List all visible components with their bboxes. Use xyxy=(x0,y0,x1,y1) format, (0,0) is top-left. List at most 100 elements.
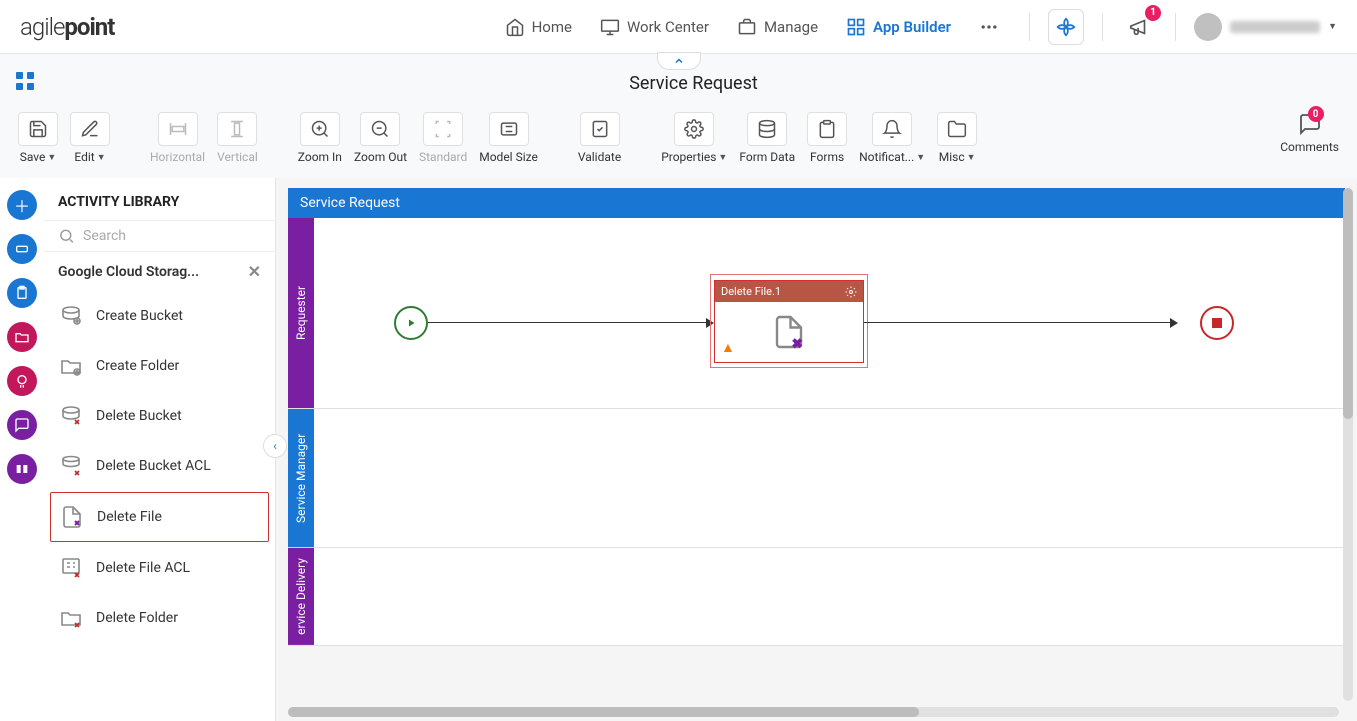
user-name xyxy=(1230,21,1320,33)
save-button[interactable]: Save ▼ xyxy=(16,110,60,166)
zoom-in-button[interactable]: Zoom In xyxy=(296,110,344,166)
comments-button[interactable]: 0 Comments xyxy=(1278,110,1341,156)
rail-clipboard[interactable] xyxy=(7,278,37,308)
activity-label: Delete Bucket xyxy=(96,408,182,424)
horizontal-scrollbar[interactable] xyxy=(288,707,1339,717)
search-icon xyxy=(58,227,75,245)
activity-item-create-folder[interactable]: Create Folder xyxy=(44,341,275,391)
database-icon xyxy=(757,119,777,139)
nav-manage[interactable]: Manage xyxy=(737,17,818,37)
lane-requester[interactable]: Requester xyxy=(288,218,314,408)
misc-button[interactable]: Misc ▼ xyxy=(935,110,979,166)
process-header: Service Request xyxy=(288,188,1345,218)
rail-folder[interactable] xyxy=(7,322,37,352)
standard-button[interactable]: Standard xyxy=(417,110,469,166)
bucket-x-icon xyxy=(58,403,84,429)
activity-list: Create Bucket Create Folder Delete Bucke… xyxy=(44,291,275,721)
model-size-button[interactable]: Model Size xyxy=(477,110,540,166)
node-title: Delete File.1 xyxy=(721,285,781,298)
sidebar-toggle[interactable]: ‹ xyxy=(263,434,287,458)
nav-action-icon[interactable] xyxy=(1048,9,1084,45)
close-icon[interactable]: ✕ xyxy=(248,262,261,281)
focus-icon xyxy=(433,119,453,139)
nav-home[interactable]: Home xyxy=(505,17,572,37)
file-delete-icon xyxy=(771,314,807,350)
flow-connector xyxy=(864,322,1174,323)
category-label: Google Cloud Storag... xyxy=(58,264,199,280)
gear-icon xyxy=(684,119,704,139)
nav-app-builder[interactable]: App Builder xyxy=(846,17,951,37)
save-icon xyxy=(28,119,48,139)
activity-item-delete-folder[interactable]: Delete Folder xyxy=(44,593,275,643)
folder-icon xyxy=(947,119,967,139)
lane-service-manager[interactable]: Service Manager xyxy=(288,409,314,547)
chevron-up-icon xyxy=(673,55,685,67)
gear-small-icon[interactable] xyxy=(845,286,857,298)
nav-more[interactable] xyxy=(979,17,999,37)
rail-add[interactable]: ＋ xyxy=(7,190,37,220)
end-node[interactable] xyxy=(1200,306,1234,340)
edit-icon xyxy=(80,119,100,139)
process-canvas[interactable]: Service Request Requester Delete File.1 … xyxy=(276,178,1357,721)
layer-icon xyxy=(14,241,30,257)
notifications-button[interactable]: 1 xyxy=(1121,9,1157,45)
align-v-icon xyxy=(227,119,247,139)
activity-label: Delete File ACL xyxy=(96,560,190,576)
zoom-out-icon xyxy=(370,119,390,139)
activity-label: Create Folder xyxy=(96,358,179,374)
file-x-icon xyxy=(59,504,85,530)
monitor-rail-icon xyxy=(14,373,30,389)
user-menu[interactable]: ▼ xyxy=(1194,13,1337,41)
folder-plus-icon xyxy=(58,353,84,379)
activity-label: Create Bucket xyxy=(96,308,183,324)
rail-library[interactable] xyxy=(7,234,37,264)
search-input[interactable] xyxy=(83,228,261,244)
validate-icon xyxy=(590,119,610,139)
clipboard-icon xyxy=(14,285,30,301)
lane-service-delivery[interactable]: ervice Delivery xyxy=(288,548,314,645)
validate-button[interactable]: Validate xyxy=(576,110,623,166)
vertical-scrollbar[interactable] xyxy=(1343,188,1353,701)
activity-node[interactable]: Delete File.1 ▲ xyxy=(714,280,864,363)
activity-item-delete-file[interactable]: Delete File xyxy=(50,492,269,542)
start-node[interactable] xyxy=(394,306,428,340)
form-data-button[interactable]: Form Data xyxy=(737,110,797,166)
activity-label: Delete Bucket ACL xyxy=(96,458,211,474)
brand-logo: agilepoint xyxy=(20,13,114,41)
play-icon xyxy=(405,317,417,329)
tool-rail-icon xyxy=(14,461,30,477)
edit-button[interactable]: Edit ▼ xyxy=(68,110,112,166)
horizontal-button[interactable]: Horizontal xyxy=(148,110,207,166)
nav-work-center[interactable]: Work Center xyxy=(600,17,709,37)
vertical-button[interactable]: Vertical xyxy=(215,110,260,166)
collapse-toolbar-button[interactable] xyxy=(657,52,701,70)
category-row[interactable]: Google Cloud Storag... ✕ xyxy=(44,252,275,291)
bell-icon xyxy=(882,119,902,139)
avatar xyxy=(1194,13,1222,41)
activity-item-delete-file-acl[interactable]: Delete File ACL xyxy=(44,543,275,593)
app-grid-icon[interactable] xyxy=(16,72,34,94)
rail-monitor[interactable] xyxy=(7,366,37,396)
notification-badge: 1 xyxy=(1145,5,1161,21)
rail-chat[interactable] xyxy=(7,410,37,440)
rail-tool[interactable] xyxy=(7,454,37,484)
chat-icon xyxy=(14,417,30,433)
briefcase-icon xyxy=(737,17,757,37)
page-title: Service Request xyxy=(629,73,758,94)
home-icon xyxy=(505,17,525,37)
properties-button[interactable]: Properties ▼ xyxy=(659,110,729,166)
activity-item-delete-bucket-acl[interactable]: Delete Bucket ACL xyxy=(44,441,275,491)
pinwheel-icon xyxy=(1056,17,1076,37)
chevron-down-icon: ▼ xyxy=(1328,21,1337,32)
dots-icon xyxy=(979,17,999,37)
toolbar: Save ▼ Edit ▼ Horizontal Vertical Zoom I… xyxy=(0,102,1357,178)
forms-button[interactable]: Forms xyxy=(805,110,849,166)
side-rail: ＋ xyxy=(0,178,44,721)
notifications-toolbar-button[interactable]: Notificat... ▼ xyxy=(857,110,927,166)
top-nav: agilepoint Home Work Center Manage App B… xyxy=(0,0,1357,54)
grid-icon xyxy=(846,17,866,37)
activity-item-delete-bucket[interactable]: Delete Bucket xyxy=(44,391,275,441)
frame-icon xyxy=(499,119,519,139)
activity-item-create-bucket[interactable]: Create Bucket xyxy=(44,291,275,341)
zoom-out-button[interactable]: Zoom Out xyxy=(352,110,409,166)
